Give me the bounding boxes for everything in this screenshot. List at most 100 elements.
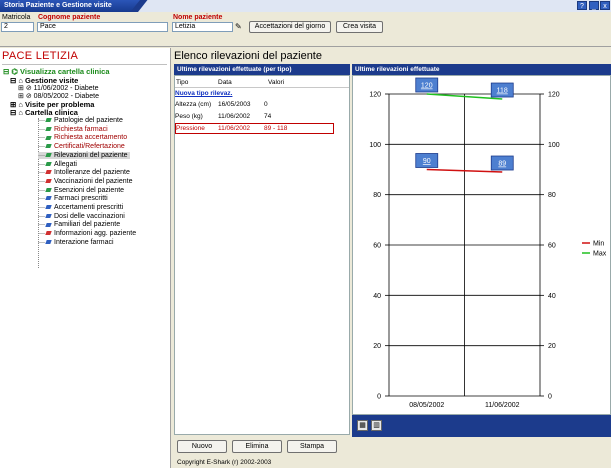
tree-connector: — [38, 212, 45, 220]
tree-visit-2[interactable]: ⊞ ⊘ 08/05/2002 - Diabete [18, 92, 99, 100]
item-bullet-icon [45, 144, 52, 149]
y-tick-label-left: 60 [373, 243, 381, 250]
tree-connector: — [38, 151, 45, 159]
col-data[interactable]: Data [218, 79, 232, 86]
item-bullet-icon [45, 239, 52, 244]
item-bullet-icon [45, 161, 52, 166]
tree-cartella-clinica[interactable]: ⊟ ⌂ Cartella clinica [10, 108, 78, 117]
patient-name: PACE LETIZIA [2, 50, 79, 62]
grid-view-icon[interactable]: ▦ [357, 420, 368, 431]
item-bullet-icon [45, 152, 52, 157]
nuovo-button[interactable]: Nuovo [177, 440, 227, 453]
divider [2, 64, 167, 65]
matricola-field[interactable]: 2 [1, 22, 34, 32]
tree-item-label: Richiesta farmaci [54, 125, 108, 133]
tree-item-label: Esenzioni del paziente [54, 186, 125, 194]
y-tick-label-left: 20 [373, 343, 381, 350]
tree-connector: — [38, 160, 45, 168]
col-tipo[interactable]: Tipo [176, 79, 188, 86]
y-tick-label-left: 120 [369, 92, 381, 99]
x-tick-label: 08/05/2002 [409, 402, 444, 409]
tree-root-label: Visualizza cartella clinica [20, 67, 110, 76]
crea-visita-button[interactable]: Crea visita [336, 21, 383, 33]
item-bullet-icon [45, 187, 52, 192]
tree-connector: — [38, 169, 45, 177]
y-tick-label-left: 100 [369, 142, 381, 149]
copyright: Copyright E-Shark (r) 2002-2003 [177, 459, 272, 466]
data-label: 120 [421, 83, 433, 90]
tree-item-label: Familiari del paziente [54, 221, 121, 229]
tree-item-label: Farmaci prescritti [54, 195, 108, 203]
row-valori: 89 - 118 [264, 125, 288, 132]
nome-field[interactable]: Letizia [172, 22, 233, 32]
tree-item[interactable]: — Rilevazioni del paziente [38, 151, 130, 159]
legend-label: Min [593, 241, 604, 248]
item-bullet-icon [45, 222, 52, 227]
stampa-button[interactable]: Stampa [287, 440, 337, 453]
tree-item[interactable]: — Vaccinazioni del paziente [38, 178, 132, 185]
cognome-field[interactable]: Pace [37, 22, 168, 32]
tree-item[interactable]: — Patologie del paziente [38, 117, 123, 124]
item-bullet-icon [45, 196, 52, 201]
close-button[interactable]: x [600, 1, 610, 10]
data-label: 89 [498, 161, 506, 168]
tree-item-label: Rilevazioni del paziente [54, 151, 128, 159]
new-rilevazione-link[interactable]: Nuova tipo rilevaz. [175, 90, 232, 97]
y-tick-label-left: 80 [373, 192, 381, 199]
tree-item[interactable]: — Dosi delle vaccinazioni [38, 213, 125, 220]
tree-item-label: Dosi delle vaccinazioni [54, 212, 125, 220]
tree-connector: — [38, 186, 45, 194]
y-tick-label-right: 40 [548, 293, 556, 300]
y-tick-label-right: 120 [548, 92, 560, 99]
edit-icon[interactable]: ✎ [235, 22, 245, 32]
folder-icon: ⌂ [18, 108, 23, 117]
tree-connector: — [38, 125, 45, 133]
data-label: 118 [497, 88, 508, 95]
tree-item[interactable]: — Familiari del paziente [38, 221, 120, 228]
tree-item[interactable]: — Interazione farmaci [38, 239, 114, 246]
elimina-button[interactable]: Elimina [232, 440, 282, 453]
chart-box: 0 0 20 20 40 40 60 60 80 80 100 100 120 120 08/05/2002… [352, 75, 611, 415]
tree-item-label: Interazione farmaci [54, 238, 114, 246]
col-valori[interactable]: Valori [268, 79, 284, 86]
row-data: 11/06/2002 [218, 113, 251, 120]
tree-item[interactable]: — Informazioni agg. paziente [38, 230, 136, 237]
item-bullet-icon [45, 205, 52, 210]
tree-item-label: Intolleranze del paziente [54, 169, 130, 177]
y-tick-label-left: 0 [377, 394, 381, 401]
y-tick-label-right: 60 [548, 243, 556, 250]
tree-item[interactable]: — Richiesta farmaci [38, 126, 108, 133]
y-tick-label-right: 20 [548, 343, 556, 350]
row-data: 11/06/2002 [218, 125, 251, 132]
tree-item[interactable]: — Certificati/Refertazione [38, 143, 125, 150]
tree-item[interactable]: — Intolleranze del paziente [38, 169, 130, 176]
chart-footer [352, 415, 611, 437]
tree-item[interactable]: — Allegati [38, 161, 77, 168]
visit-icon: ⊘ [25, 93, 32, 100]
nome-label: Nome paziente [173, 14, 223, 21]
accettazioni-button[interactable]: Accettazioni del giorno [249, 21, 331, 33]
folder-icon: ⌬ [11, 67, 18, 76]
chart-view-icon[interactable]: ▥ [371, 420, 382, 431]
tree-item[interactable]: — Esenzioni del paziente [38, 187, 124, 194]
tree-connector: — [38, 238, 45, 246]
tree-connector: — [38, 117, 45, 124]
row-tipo: Peso (kg) [175, 113, 203, 120]
visit-label: 11/06/2002 - Diabete [33, 85, 99, 92]
tree-root[interactable]: ⊟ ⌬ Visualizza cartella clinica [3, 67, 110, 76]
tree-item-label: Vaccinazioni del paziente [54, 177, 133, 185]
x-tick-label: 11/06/2002 [485, 402, 520, 409]
item-bullet-icon [45, 126, 52, 131]
tree-item[interactable]: — Farmaci prescritti [38, 195, 108, 202]
tree-item[interactable]: — Accertamenti prescritti [38, 204, 123, 211]
cognome-label: Cognome paziente [38, 14, 101, 21]
data-label: 90 [423, 158, 431, 165]
tree-visit-1[interactable]: ⊞ ⊘ 11/06/2002 - Diabete [18, 84, 99, 92]
row-valori: 74 [264, 113, 272, 120]
tree-item-label: Accertamenti prescritti [54, 204, 124, 211]
tree-item[interactable]: — Richiesta accertamento [38, 134, 127, 141]
legend-label: Max [593, 251, 607, 258]
tree-connector: — [38, 143, 45, 151]
help-button[interactable]: ? [577, 1, 587, 10]
minimize-button[interactable]: _ [589, 1, 599, 10]
